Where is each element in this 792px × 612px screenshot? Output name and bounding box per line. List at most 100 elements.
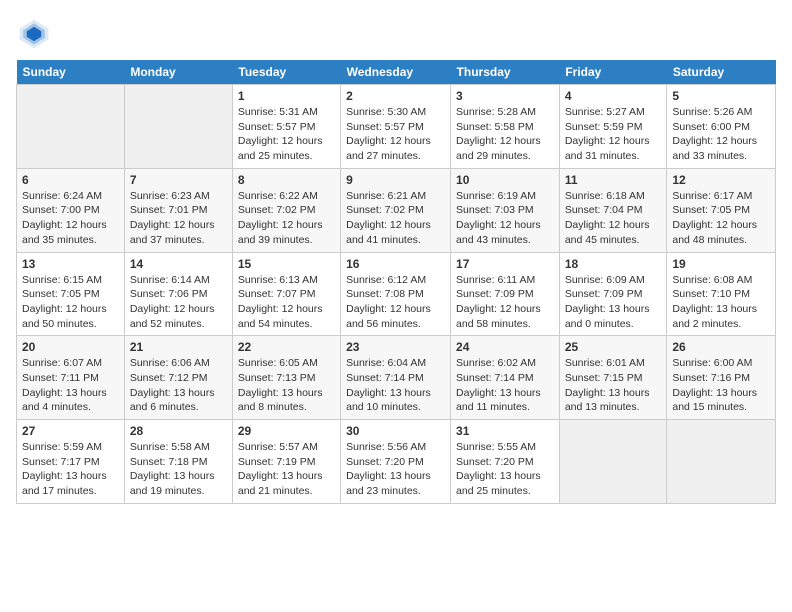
calendar-cell: 30 Sunrise: 5:56 AM Sunset: 7:20 PM Dayli… [341, 420, 451, 504]
day-info: Sunrise: 6:11 AM Sunset: 7:09 PM Dayligh… [456, 273, 554, 332]
calendar-cell: 8Sunrise: 6:22 AM Sunset: 7:02 PM Daylig… [232, 168, 340, 252]
day-number: 13 [22, 257, 119, 271]
day-info: Sunrise: 6:05 AM Sunset: 7:13 PM Dayligh… [238, 356, 335, 415]
day-number: 4 [565, 89, 662, 103]
calendar-cell: 12 Sunrise: 6:17 AM Sunset: 7:05 PM Dayli… [667, 168, 776, 252]
day-info: Sunrise: 6:21 AM Sunset: 7:02 PM Dayligh… [346, 189, 445, 248]
day-number: 8 [238, 173, 335, 187]
day-info: Sunrise: 6:02 AM Sunset: 7:14 PM Dayligh… [456, 356, 554, 415]
page-header [16, 16, 776, 52]
day-number: 22 [238, 340, 335, 354]
calendar-cell: 20Sunrise: 6:07 AM Sunset: 7:11 PM Dayli… [17, 336, 125, 420]
weekday-header: Thursday [451, 60, 560, 85]
day-number: 2 [346, 89, 445, 103]
day-info: Sunrise: 6:04 AM Sunset: 7:14 PM Dayligh… [346, 356, 445, 415]
calendar-cell: 18Sunrise: 6:09 AM Sunset: 7:09 PM Dayli… [559, 252, 667, 336]
calendar-cell: 6 Sunrise: 6:24 AM Sunset: 7:00 PM Daylig… [17, 168, 125, 252]
calendar-cell [17, 85, 125, 169]
weekday-header: Tuesday [232, 60, 340, 85]
calendar-week-row: 13 Sunrise: 6:15 AM Sunset: 7:05 PM Dayli… [17, 252, 776, 336]
day-info: Sunrise: 6:19 AM Sunset: 7:03 PM Dayligh… [456, 189, 554, 248]
calendar-cell: 4 Sunrise: 5:27 AM Sunset: 5:59 PM Daylig… [559, 85, 667, 169]
day-number: 26 [672, 340, 770, 354]
weekday-header: Wednesday [341, 60, 451, 85]
calendar-cell: 31Sunrise: 5:55 AM Sunset: 7:20 PM Dayli… [451, 420, 560, 504]
day-number: 31 [456, 424, 554, 438]
day-number: 3 [456, 89, 554, 103]
logo [16, 16, 56, 52]
day-info: Sunrise: 5:28 AM Sunset: 5:58 PM Dayligh… [456, 105, 554, 164]
day-info: Sunrise: 6:15 AM Sunset: 7:05 PM Dayligh… [22, 273, 119, 332]
day-info: Sunrise: 6:00 AM Sunset: 7:16 PM Dayligh… [672, 356, 770, 415]
day-number: 30 [346, 424, 445, 438]
day-number: 10 [456, 173, 554, 187]
calendar-cell: 1 Sunrise: 5:31 AM Sunset: 5:57 PM Daylig… [232, 85, 340, 169]
day-number: 24 [456, 340, 554, 354]
calendar-week-row: 6 Sunrise: 6:24 AM Sunset: 7:00 PM Daylig… [17, 168, 776, 252]
day-info: Sunrise: 6:06 AM Sunset: 7:12 PM Dayligh… [130, 356, 227, 415]
calendar-cell: 16 Sunrise: 6:12 AM Sunset: 7:08 PM Dayli… [341, 252, 451, 336]
day-info: Sunrise: 6:08 AM Sunset: 7:10 PM Dayligh… [672, 273, 770, 332]
calendar-cell: 19Sunrise: 6:08 AM Sunset: 7:10 PM Dayli… [667, 252, 776, 336]
calendar-week-row: 1 Sunrise: 5:31 AM Sunset: 5:57 PM Daylig… [17, 85, 776, 169]
day-number: 16 [346, 257, 445, 271]
calendar-cell: 13 Sunrise: 6:15 AM Sunset: 7:05 PM Dayli… [17, 252, 125, 336]
day-number: 23 [346, 340, 445, 354]
day-number: 27 [22, 424, 119, 438]
calendar-cell: 23 Sunrise: 6:04 AM Sunset: 7:14 PM Dayli… [341, 336, 451, 420]
calendar-cell [124, 85, 232, 169]
calendar-cell: 2 Sunrise: 5:30 AM Sunset: 5:57 PM Daylig… [341, 85, 451, 169]
day-number: 25 [565, 340, 662, 354]
day-info: Sunrise: 5:27 AM Sunset: 5:59 PM Dayligh… [565, 105, 662, 164]
day-number: 28 [130, 424, 227, 438]
calendar-cell: 9Sunrise: 6:21 AM Sunset: 7:02 PM Daylig… [341, 168, 451, 252]
day-info: Sunrise: 6:23 AM Sunset: 7:01 PM Dayligh… [130, 189, 227, 248]
calendar-cell: 11 Sunrise: 6:18 AM Sunset: 7:04 PM Dayli… [559, 168, 667, 252]
calendar-table: SundayMondayTuesdayWednesdayThursdayFrid… [16, 60, 776, 504]
calendar-week-row: 27 Sunrise: 5:59 AM Sunset: 7:17 PM Dayli… [17, 420, 776, 504]
day-number: 15 [238, 257, 335, 271]
weekday-header: Monday [124, 60, 232, 85]
day-number: 5 [672, 89, 770, 103]
day-info: Sunrise: 6:17 AM Sunset: 7:05 PM Dayligh… [672, 189, 770, 248]
calendar-cell: 24 Sunrise: 6:02 AM Sunset: 7:14 PM Dayli… [451, 336, 560, 420]
day-number: 21 [130, 340, 227, 354]
day-number: 11 [565, 173, 662, 187]
day-number: 29 [238, 424, 335, 438]
weekday-header-row: SundayMondayTuesdayWednesdayThursdayFrid… [17, 60, 776, 85]
day-info: Sunrise: 6:12 AM Sunset: 7:08 PM Dayligh… [346, 273, 445, 332]
day-info: Sunrise: 6:18 AM Sunset: 7:04 PM Dayligh… [565, 189, 662, 248]
calendar-cell: 27 Sunrise: 5:59 AM Sunset: 7:17 PM Dayli… [17, 420, 125, 504]
day-number: 6 [22, 173, 119, 187]
day-number: 1 [238, 89, 335, 103]
day-info: Sunrise: 5:56 AM Sunset: 7:20 PM Dayligh… [346, 440, 445, 499]
day-info: Sunrise: 5:26 AM Sunset: 6:00 PM Dayligh… [672, 105, 770, 164]
weekday-header: Friday [559, 60, 667, 85]
calendar-cell: 21 Sunrise: 6:06 AM Sunset: 7:12 PM Dayli… [124, 336, 232, 420]
calendar-cell: 7 Sunrise: 6:23 AM Sunset: 7:01 PM Daylig… [124, 168, 232, 252]
calendar-cell: 26 Sunrise: 6:00 AM Sunset: 7:16 PM Dayli… [667, 336, 776, 420]
calendar-cell: 14Sunrise: 6:14 AM Sunset: 7:06 PM Dayli… [124, 252, 232, 336]
calendar-cell: 5 Sunrise: 5:26 AM Sunset: 6:00 PM Daylig… [667, 85, 776, 169]
day-number: 14 [130, 257, 227, 271]
day-info: Sunrise: 6:24 AM Sunset: 7:00 PM Dayligh… [22, 189, 119, 248]
day-info: Sunrise: 5:59 AM Sunset: 7:17 PM Dayligh… [22, 440, 119, 499]
calendar-cell: 28 Sunrise: 5:58 AM Sunset: 7:18 PM Dayli… [124, 420, 232, 504]
logo-icon [16, 16, 52, 52]
day-info: Sunrise: 5:30 AM Sunset: 5:57 PM Dayligh… [346, 105, 445, 164]
day-info: Sunrise: 5:31 AM Sunset: 5:57 PM Dayligh… [238, 105, 335, 164]
day-info: Sunrise: 5:57 AM Sunset: 7:19 PM Dayligh… [238, 440, 335, 499]
day-number: 7 [130, 173, 227, 187]
weekday-header: Sunday [17, 60, 125, 85]
calendar-cell: 3 Sunrise: 5:28 AM Sunset: 5:58 PM Daylig… [451, 85, 560, 169]
calendar-cell: 15 Sunrise: 6:13 AM Sunset: 7:07 PM Dayli… [232, 252, 340, 336]
calendar-week-row: 20Sunrise: 6:07 AM Sunset: 7:11 PM Dayli… [17, 336, 776, 420]
day-number: 20 [22, 340, 119, 354]
day-info: Sunrise: 6:01 AM Sunset: 7:15 PM Dayligh… [565, 356, 662, 415]
calendar-cell: 10 Sunrise: 6:19 AM Sunset: 7:03 PM Dayli… [451, 168, 560, 252]
day-number: 12 [672, 173, 770, 187]
calendar-cell: 17Sunrise: 6:11 AM Sunset: 7:09 PM Dayli… [451, 252, 560, 336]
day-info: Sunrise: 6:13 AM Sunset: 7:07 PM Dayligh… [238, 273, 335, 332]
day-info: Sunrise: 5:58 AM Sunset: 7:18 PM Dayligh… [130, 440, 227, 499]
day-info: Sunrise: 6:09 AM Sunset: 7:09 PM Dayligh… [565, 273, 662, 332]
